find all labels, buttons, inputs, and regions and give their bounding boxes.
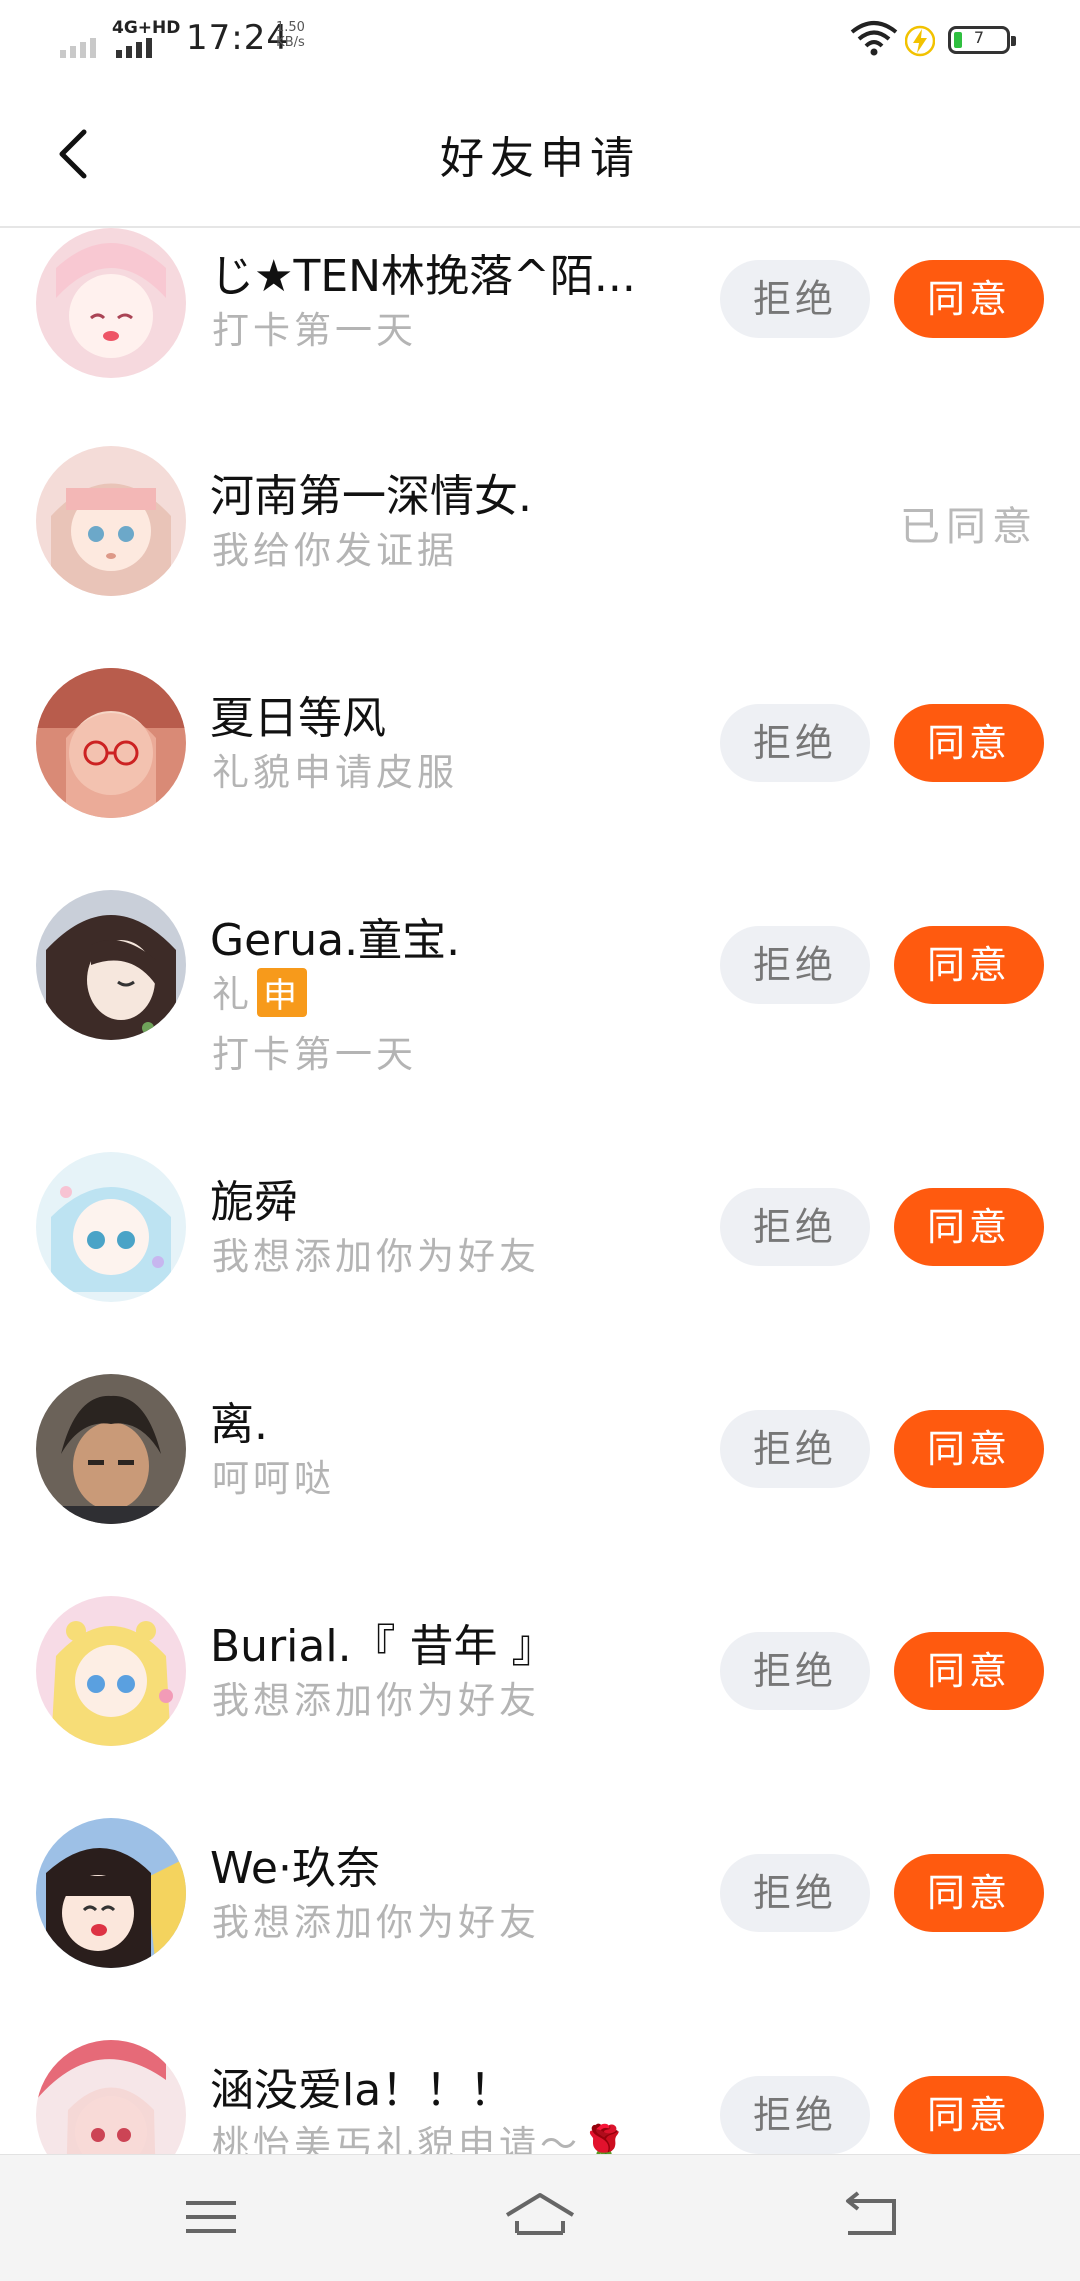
speed-unit: KB/s bbox=[276, 35, 305, 50]
avatar[interactable] bbox=[36, 2040, 186, 2154]
requester-name: じ★TEN林挽落^陌... bbox=[210, 251, 636, 302]
avatar[interactable] bbox=[36, 1596, 186, 1746]
accept-button[interactable]: 同意 bbox=[894, 1188, 1044, 1266]
reject-button[interactable]: 拒绝 bbox=[720, 1410, 870, 1488]
request-row: 夏日等风 礼貌申请皮服 拒绝 同意 bbox=[0, 668, 1080, 890]
system-nav-bar bbox=[0, 2154, 1080, 2281]
accept-button[interactable]: 同意 bbox=[894, 1410, 1044, 1488]
friend-request-list[interactable]: じ★TEN林挽落^陌... 打卡第一天 拒绝 同意 河南第一深情女. 我给你发证… bbox=[0, 228, 1080, 2154]
request-message: 我给你发证据 bbox=[212, 529, 458, 572]
reject-button[interactable]: 拒绝 bbox=[720, 1188, 870, 1266]
reject-button[interactable]: 拒绝 bbox=[720, 1854, 870, 1932]
menu-icon[interactable] bbox=[166, 2185, 256, 2249]
request-message-text: 礼 bbox=[212, 973, 253, 1016]
accept-button[interactable]: 同意 bbox=[894, 1854, 1044, 1932]
network-type: 4G+HD bbox=[112, 18, 181, 38]
avatar[interactable] bbox=[36, 890, 186, 1040]
back-icon[interactable] bbox=[824, 2185, 914, 2249]
battery-level: 7 bbox=[973, 28, 985, 47]
request-message: 桃怡美丐礼貌申请～🌹 bbox=[212, 2123, 632, 2154]
agreed-status: 已同意 bbox=[900, 504, 1038, 550]
status-bar: 4G+HD 17:24 1.50 KB/s 7 bbox=[0, 0, 1080, 80]
request-message: 打卡第一天 bbox=[212, 309, 417, 352]
request-message: 呵呵哒 bbox=[212, 1457, 335, 1500]
reject-button[interactable]: 拒绝 bbox=[720, 926, 870, 1004]
reject-button[interactable]: 拒绝 bbox=[720, 704, 870, 782]
request-row: 涵没爱la！！！ 桃怡美丐礼貌申请～🌹 拒绝 同意 bbox=[0, 2040, 1080, 2154]
request-message: 礼貌申请皮服 bbox=[212, 751, 458, 794]
request-message: 礼申 bbox=[212, 964, 307, 1018]
request-row: Gerua.童宝. 礼申 打卡第一天 拒绝 同意 bbox=[0, 890, 1080, 1152]
request-message-line2: 打卡第一天 bbox=[212, 1033, 417, 1076]
reject-button[interactable]: 拒绝 bbox=[720, 1632, 870, 1710]
request-row: We·玖奈 我想添加你为好友 拒绝 同意 bbox=[0, 1818, 1080, 2040]
speed-value: 1.50 bbox=[276, 20, 305, 35]
reject-button[interactable]: 拒绝 bbox=[720, 2076, 870, 2154]
signal-sim1-icon bbox=[60, 38, 96, 58]
requester-name: 离. bbox=[210, 1399, 268, 1450]
avatar[interactable] bbox=[36, 1374, 186, 1524]
avatar[interactable] bbox=[36, 668, 186, 818]
request-message: 我想添加你为好友 bbox=[212, 1901, 540, 1944]
request-row: 旎舜 我想添加你为好友 拒绝 同意 bbox=[0, 1152, 1080, 1374]
requester-name: Burial.『 昔年 』 bbox=[210, 1621, 556, 1672]
clock: 17:24 bbox=[186, 18, 289, 58]
request-message: 我想添加你为好友 bbox=[212, 1235, 540, 1278]
avatar[interactable] bbox=[36, 1818, 186, 1968]
requester-name: 河南第一深情女. bbox=[210, 471, 532, 522]
network-speed: 1.50 KB/s bbox=[276, 20, 305, 50]
emoji-tag: 申 bbox=[257, 968, 307, 1017]
accept-button[interactable]: 同意 bbox=[894, 926, 1044, 1004]
page-title: 好友申请 bbox=[440, 133, 640, 184]
avatar[interactable] bbox=[36, 228, 186, 378]
requester-name: We·玖奈 bbox=[210, 1843, 380, 1894]
request-row: 河南第一深情女. 我给你发证据 已同意 bbox=[0, 446, 1080, 668]
battery-icon: 7 bbox=[948, 26, 1016, 54]
request-row: Burial.『 昔年 』 我想添加你为好友 拒绝 同意 bbox=[0, 1596, 1080, 1818]
signal-sim2-icon bbox=[116, 38, 152, 58]
request-message: 我想添加你为好友 bbox=[212, 1679, 540, 1722]
charging-icon bbox=[905, 25, 935, 57]
wifi-icon bbox=[850, 21, 898, 56]
home-icon[interactable] bbox=[495, 2185, 585, 2249]
request-row: じ★TEN林挽落^陌... 打卡第一天 拒绝 同意 bbox=[0, 228, 1080, 450]
reject-button[interactable]: 拒绝 bbox=[720, 260, 870, 338]
accept-button[interactable]: 同意 bbox=[894, 2076, 1044, 2154]
app-header: 好友申请 bbox=[0, 80, 1080, 228]
accept-button[interactable]: 同意 bbox=[894, 260, 1044, 338]
requester-name: Gerua.童宝. bbox=[210, 915, 461, 966]
accept-button[interactable]: 同意 bbox=[894, 704, 1044, 782]
requester-name: 涵没爱la！！！ bbox=[210, 2065, 514, 2116]
avatar[interactable] bbox=[36, 446, 186, 596]
requester-name: 旎舜 bbox=[210, 1177, 298, 1228]
avatar[interactable] bbox=[36, 1152, 186, 1302]
accept-button[interactable]: 同意 bbox=[894, 1632, 1044, 1710]
requester-name: 夏日等风 bbox=[210, 693, 386, 744]
request-row: 离. 呵呵哒 拒绝 同意 bbox=[0, 1374, 1080, 1596]
